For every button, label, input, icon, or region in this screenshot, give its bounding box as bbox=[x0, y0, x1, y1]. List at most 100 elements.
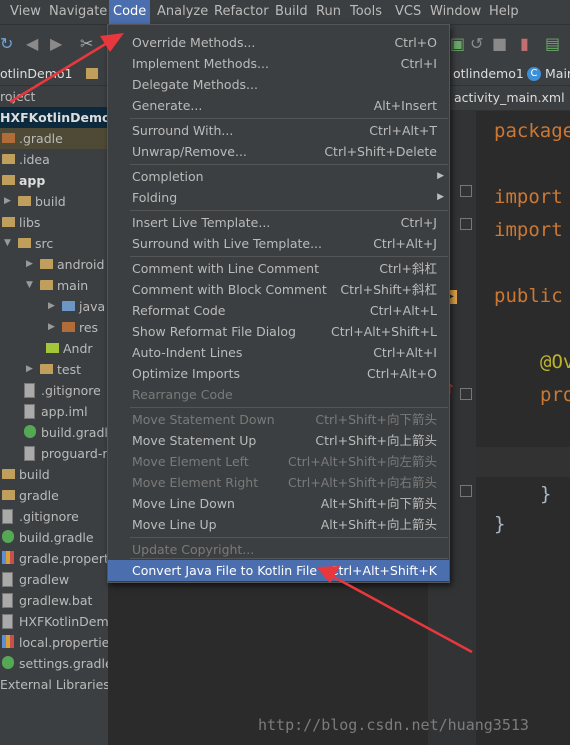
cut-icon[interactable]: ✂ bbox=[80, 35, 93, 53]
avd-manager-icon[interactable]: ▤ bbox=[545, 35, 560, 53]
submenu-arrow-icon: ▶ bbox=[437, 192, 444, 202]
tree-item[interactable]: gradlew bbox=[0, 569, 108, 590]
menu-item-unwrap-remove[interactable]: Unwrap/Remove... Ctrl+Shift+Delete bbox=[108, 141, 449, 162]
menu-navigate[interactable]: Navigate bbox=[47, 0, 109, 24]
rerun-icon[interactable]: ↺ bbox=[470, 35, 483, 53]
expand-arrow-icon[interactable]: ▶ bbox=[4, 191, 11, 212]
expand-arrow-icon[interactable]: ▶ bbox=[26, 254, 33, 275]
breadcrumb-package[interactable]: otlindemo1 bbox=[453, 66, 524, 81]
tree-item-label: .gitignore bbox=[19, 509, 79, 524]
tree-item-label: android bbox=[57, 257, 105, 272]
tree-item-label: External Libraries bbox=[0, 677, 108, 692]
menu-item-override-methods[interactable]: Override Methods... Ctrl+O bbox=[108, 32, 449, 53]
menu-item-comment-with-block-comment[interactable]: Comment with Block Comment Ctrl+Shift+斜杠 bbox=[108, 279, 449, 300]
tree-item[interactable]: ▼ main bbox=[0, 275, 108, 296]
menu-build[interactable]: Build bbox=[273, 0, 310, 24]
tree-item[interactable]: app bbox=[0, 170, 108, 191]
fold-icon[interactable] bbox=[460, 218, 472, 230]
tree-item[interactable]: ▼ src bbox=[0, 233, 108, 254]
menu-item-show-reformat-file-dialog[interactable]: Show Reformat File Dialog Ctrl+Alt+Shift+… bbox=[108, 321, 449, 342]
tree-item[interactable]: HXFKotlinDemo1.iml bbox=[0, 611, 108, 632]
code-line: import bbox=[494, 186, 563, 208]
tree-item[interactable]: ▶ res bbox=[0, 317, 108, 338]
tree-item-label: libs bbox=[19, 215, 41, 230]
gradle-icon bbox=[2, 530, 14, 543]
tree-item[interactable]: Andr bbox=[0, 338, 108, 359]
menu-item-comment-with-line-comment[interactable]: Comment with Line Comment Ctrl+斜杠 bbox=[108, 258, 449, 279]
tree-item[interactable]: libs bbox=[0, 212, 108, 233]
menu-item-move-line-up[interactable]: Move Line Up Alt+Shift+向上箭头 bbox=[108, 514, 449, 535]
menu-window[interactable]: Window bbox=[428, 0, 483, 24]
tree-item[interactable]: gradle.propert bbox=[0, 548, 108, 569]
menu-item-move-line-down[interactable]: Move Line Down Alt+Shift+向下箭头 bbox=[108, 493, 449, 514]
menu-item-label: Folding bbox=[132, 190, 178, 205]
tree-item[interactable]: ▶ build bbox=[0, 191, 108, 212]
back-icon[interactable]: ◀ bbox=[26, 35, 38, 53]
menu-item-completion[interactable]: Completion ▶ bbox=[108, 166, 449, 187]
tree-item[interactable]: HXFKotlinDemo1 bbox=[0, 107, 108, 128]
folder-icon bbox=[40, 280, 53, 290]
menu-item-shortcut: Ctrl+Alt+Shift+向左箭头 bbox=[288, 454, 437, 469]
fold-icon[interactable] bbox=[460, 185, 472, 197]
tree-item[interactable]: proguard-r bbox=[0, 443, 108, 464]
tree-item[interactable]: .gradle bbox=[0, 128, 108, 149]
menu-item-implement-methods[interactable]: Implement Methods... Ctrl+I bbox=[108, 53, 449, 74]
tab-activity-main[interactable]: activity_main.xml bbox=[454, 90, 565, 105]
tree-item[interactable]: .gitignore bbox=[0, 506, 108, 527]
stop-icon[interactable]: ■ bbox=[492, 35, 507, 53]
tree-item[interactable]: settings.gradle bbox=[0, 653, 108, 674]
menu-item-generate[interactable]: Generate... Alt+Insert bbox=[108, 95, 449, 116]
tree-item[interactable]: gradlew.bat bbox=[0, 590, 108, 611]
tree-item[interactable]: External Libraries bbox=[0, 674, 108, 695]
menu-code[interactable]: Code bbox=[109, 0, 151, 24]
menu-item-label: Comment with Block Comment bbox=[132, 282, 327, 297]
menu-run[interactable]: Run bbox=[314, 0, 343, 24]
tree-item[interactable]: ▶ test bbox=[0, 359, 108, 380]
fold-icon[interactable] bbox=[460, 388, 472, 400]
forward-icon[interactable]: ▶ bbox=[50, 35, 62, 53]
menu-refactor[interactable]: Refactor bbox=[212, 0, 271, 24]
menu-item-label: Comment with Line Comment bbox=[132, 261, 319, 276]
tree-item[interactable]: local.properties bbox=[0, 632, 108, 653]
menu-item-label: Rearrange Code bbox=[132, 387, 233, 402]
tree-item[interactable]: .idea bbox=[0, 149, 108, 170]
menu-item-delegate-methods[interactable]: Delegate Methods... bbox=[108, 74, 449, 95]
menu-item-move-statement-down: Move Statement Down Ctrl+Shift+向下箭头 bbox=[108, 409, 449, 430]
menu-analyze[interactable]: Analyze bbox=[155, 0, 210, 24]
menu-view[interactable]: View bbox=[8, 0, 43, 24]
expand-arrow-icon[interactable]: ▶ bbox=[48, 296, 55, 317]
sync-icon[interactable]: ↻ bbox=[0, 35, 13, 53]
sdk-manager-icon[interactable]: ▮ bbox=[520, 35, 529, 53]
menu-vcs[interactable]: VCS bbox=[393, 0, 423, 24]
menu-tools[interactable]: Tools bbox=[348, 0, 384, 24]
tree-item[interactable]: .gitignore bbox=[0, 380, 108, 401]
menu-item-surround-with-live-template[interactable]: Surround with Live Template... Ctrl+Alt+J bbox=[108, 233, 449, 254]
debug-icon[interactable]: ▣ bbox=[450, 35, 465, 53]
code-menu-dropdown: Override Methods... Ctrl+O Implement Metho… bbox=[107, 24, 450, 583]
tree-item[interactable]: app.iml bbox=[0, 401, 108, 422]
fold-icon[interactable] bbox=[460, 485, 472, 497]
tree-item[interactable]: ▶ android bbox=[0, 254, 108, 275]
menu-item-convert-java-file-to-kotlin-file[interactable]: Convert Java File to Kotlin File Ctrl+Alt… bbox=[108, 560, 449, 581]
menu-help[interactable]: Help bbox=[487, 0, 521, 24]
tree-item[interactable]: gradle bbox=[0, 485, 108, 506]
menu-item-reformat-code[interactable]: Reformat Code Ctrl+Alt+L bbox=[108, 300, 449, 321]
project-panel: roject HXFKotlinDemo1 .gradle .idea app ▶ bui… bbox=[0, 86, 108, 745]
expand-arrow-icon[interactable]: ▶ bbox=[26, 359, 33, 380]
tree-item[interactable]: build bbox=[0, 464, 108, 485]
collapse-arrow-icon[interactable]: ▼ bbox=[26, 275, 33, 296]
tree-item[interactable]: ▶ java bbox=[0, 296, 108, 317]
menu-item-auto-indent-lines[interactable]: Auto-Indent Lines Ctrl+Alt+I bbox=[108, 342, 449, 363]
breadcrumb-class[interactable]: Mair bbox=[545, 66, 570, 81]
tree-item[interactable]: build.gradle bbox=[0, 422, 108, 443]
menu-item-label: Generate... bbox=[132, 98, 203, 113]
collapse-arrow-icon[interactable]: ▼ bbox=[4, 233, 11, 254]
expand-arrow-icon[interactable]: ▶ bbox=[48, 317, 55, 338]
menu-item-optimize-imports[interactable]: Optimize Imports Ctrl+Alt+O bbox=[108, 363, 449, 384]
menu-item-insert-live-template[interactable]: Insert Live Template... Ctrl+J bbox=[108, 212, 449, 233]
menu-item-move-statement-up[interactable]: Move Statement Up Ctrl+Shift+向上箭头 bbox=[108, 430, 449, 451]
menu-item-surround-with[interactable]: Surround With... Ctrl+Alt+T bbox=[108, 120, 449, 141]
tree-item[interactable]: build.gradle bbox=[0, 527, 108, 548]
breadcrumb-project[interactable]: otlinDemo1 bbox=[0, 66, 73, 81]
menu-item-folding[interactable]: Folding ▶ bbox=[108, 187, 449, 208]
